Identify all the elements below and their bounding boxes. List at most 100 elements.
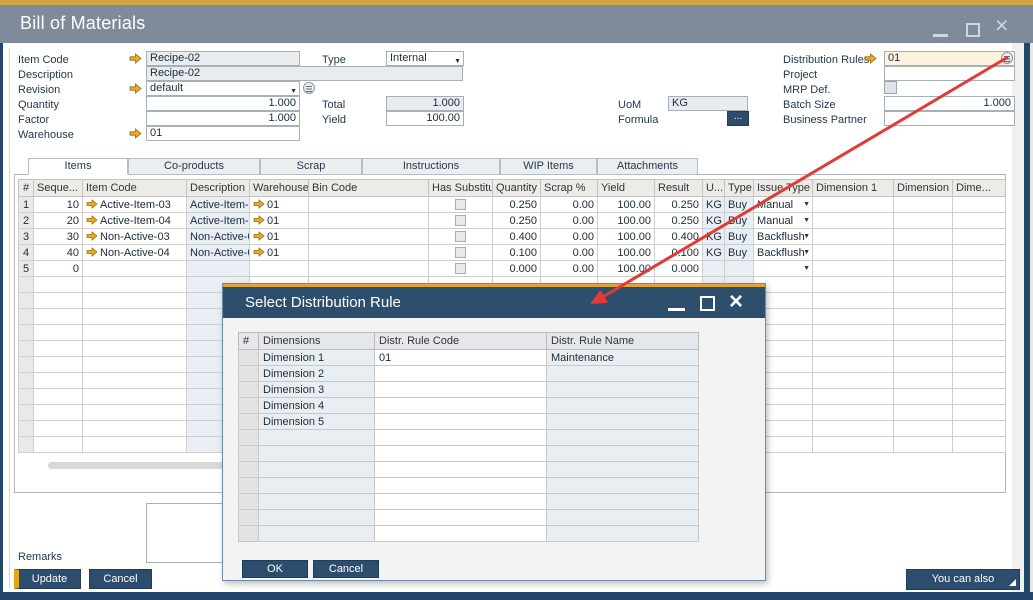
has-substitutes-checkbox[interactable] [455, 263, 466, 274]
has-substitutes-checkbox[interactable] [455, 199, 466, 210]
revision-choose-from-list-icon[interactable] [303, 82, 315, 94]
dialog-cell-dimension[interactable] [259, 478, 375, 494]
items-cell-dim3[interactable] [953, 373, 1006, 389]
items-cell-dim3[interactable] [953, 421, 1006, 437]
items-cell-result[interactable]: 0.100 [655, 245, 703, 261]
items-cell-scrap[interactable]: 0.00 [541, 229, 598, 245]
items-cell-sequence[interactable] [34, 357, 83, 373]
has-substitutes-checkbox[interactable] [455, 231, 466, 242]
items-cell-sequence[interactable] [34, 293, 83, 309]
dialog-cell-dimension[interactable] [259, 446, 375, 462]
items-cell-dim3[interactable] [953, 437, 1006, 453]
mrp-def-checkbox[interactable] [884, 81, 897, 94]
items-cell-dim3[interactable] [953, 213, 1006, 229]
items-cell-dim3[interactable] [953, 261, 1006, 277]
description-field[interactable]: Recipe-02 [146, 66, 463, 81]
tab-co-products[interactable]: Co-products [128, 158, 260, 175]
dialog-cell-code[interactable] [375, 462, 547, 478]
items-cell-item-code[interactable] [83, 261, 187, 277]
items-cell-item-code[interactable]: Non-Active-04 [83, 245, 187, 261]
items-cell-sequence[interactable]: 10 [34, 197, 83, 213]
dialog-cell-code[interactable] [375, 366, 547, 382]
items-cell-warehouse[interactable]: 01 [250, 197, 309, 213]
items-cell-result[interactable]: 0.250 [655, 197, 703, 213]
items-cell-issue-type[interactable]: ▼ [754, 261, 813, 277]
items-cell-scrap[interactable]: 0.00 [541, 213, 598, 229]
items-cell-has-subst[interactable] [429, 213, 493, 229]
items-cell-sequence[interactable] [34, 421, 83, 437]
uom-field[interactable]: KG [668, 96, 748, 111]
items-cell-bin-code[interactable] [309, 245, 429, 261]
items-cell-quantity[interactable]: 0.250 [493, 197, 541, 213]
items-cell-item-code[interactable] [83, 437, 187, 453]
item-code-link-arrow-icon[interactable] [129, 53, 142, 64]
items-cell-sequence[interactable] [34, 309, 83, 325]
items-cell-bin-code[interactable] [309, 197, 429, 213]
items-cell-quantity[interactable]: 0.400 [493, 229, 541, 245]
distribution-rules-choose-from-list-icon[interactable] [1001, 52, 1013, 64]
items-cell-dim1[interactable] [813, 245, 894, 261]
dialog-cell-dimension[interactable] [259, 510, 375, 526]
formula-browse-button[interactable]: ... [727, 111, 749, 126]
items-cell-dim2[interactable] [894, 213, 953, 229]
dialog-cell-code[interactable] [375, 478, 547, 494]
items-cell-has-subst[interactable] [429, 261, 493, 277]
project-field[interactable] [884, 66, 1015, 81]
maximize-icon[interactable] [966, 23, 980, 37]
dialog-cell-code[interactable] [375, 382, 547, 398]
items-cell-type[interactable]: Buy [725, 213, 754, 229]
items-cell-quantity[interactable]: 0.100 [493, 245, 541, 261]
factor-field[interactable]: 1.000 [146, 111, 300, 126]
items-cell-dim2[interactable] [894, 197, 953, 213]
distribution-rules-link-arrow-icon[interactable] [864, 53, 877, 64]
items-cell-warehouse[interactable] [250, 261, 309, 277]
items-cell-item-code[interactable] [83, 277, 187, 293]
items-cell-warehouse[interactable]: 01 [250, 229, 309, 245]
items-cell-dim1[interactable] [813, 229, 894, 245]
warehouse-field[interactable]: 01 [146, 126, 300, 141]
dialog-cell-code[interactable] [375, 414, 547, 430]
items-cell-issue-type[interactable]: Backflush▼ [754, 229, 813, 245]
dialog-cell-dimension[interactable]: Dimension 2 [259, 366, 375, 382]
items-cell-sequence[interactable] [34, 405, 83, 421]
items-cell-dim3[interactable] [953, 293, 1006, 309]
items-cell-dim3[interactable] [953, 277, 1006, 293]
items-cell-result[interactable]: 0.000 [655, 261, 703, 277]
dialog-cell-dimension[interactable] [259, 430, 375, 446]
items-cell-item-code[interactable]: Non-Active-03 [83, 229, 187, 245]
items-cell-dim2[interactable] [894, 437, 953, 453]
items-cell-sequence[interactable] [34, 341, 83, 357]
items-cell-yield[interactable]: 100.00 [598, 197, 655, 213]
items-cell-dim2[interactable] [894, 261, 953, 277]
items-cell-dim2[interactable] [894, 373, 953, 389]
items-cell-uom[interactable]: KG [703, 197, 725, 213]
items-cell-bin-code[interactable] [309, 229, 429, 245]
items-cell-uom[interactable] [703, 261, 725, 277]
items-cell-item-code[interactable] [83, 421, 187, 437]
dialog-cell-code[interactable] [375, 446, 547, 462]
update-button[interactable]: Update [14, 569, 81, 589]
items-cell-type[interactable]: Buy [725, 197, 754, 213]
items-cell-dim2[interactable] [894, 325, 953, 341]
items-cell-dim2[interactable] [894, 277, 953, 293]
items-cell-dim3[interactable] [953, 309, 1006, 325]
items-cell-type[interactable]: Buy [725, 229, 754, 245]
items-cell-dim1[interactable] [813, 309, 894, 325]
items-cell-dim1[interactable] [813, 357, 894, 373]
items-cell-has-subst[interactable] [429, 229, 493, 245]
items-cell-description[interactable] [187, 261, 250, 277]
warehouse-link-arrow-icon[interactable] [129, 128, 142, 139]
tab-items[interactable]: Items [28, 158, 128, 175]
distribution-rules-field[interactable]: 01 [884, 51, 1015, 66]
items-cell-quantity[interactable]: 0.000 [493, 261, 541, 277]
items-cell-dim1[interactable] [813, 277, 894, 293]
items-cell-yield[interactable]: 100.00 [598, 213, 655, 229]
total-field[interactable]: 1.000 [386, 96, 464, 111]
items-cell-dim1[interactable] [813, 373, 894, 389]
items-cell-dim3[interactable] [953, 197, 1006, 213]
items-cell-item-code[interactable] [83, 357, 187, 373]
dialog-cell-code[interactable] [375, 510, 547, 526]
items-cell-dim1[interactable] [813, 341, 894, 357]
items-cell-sequence[interactable] [34, 277, 83, 293]
dialog-cell-code[interactable] [375, 430, 547, 446]
